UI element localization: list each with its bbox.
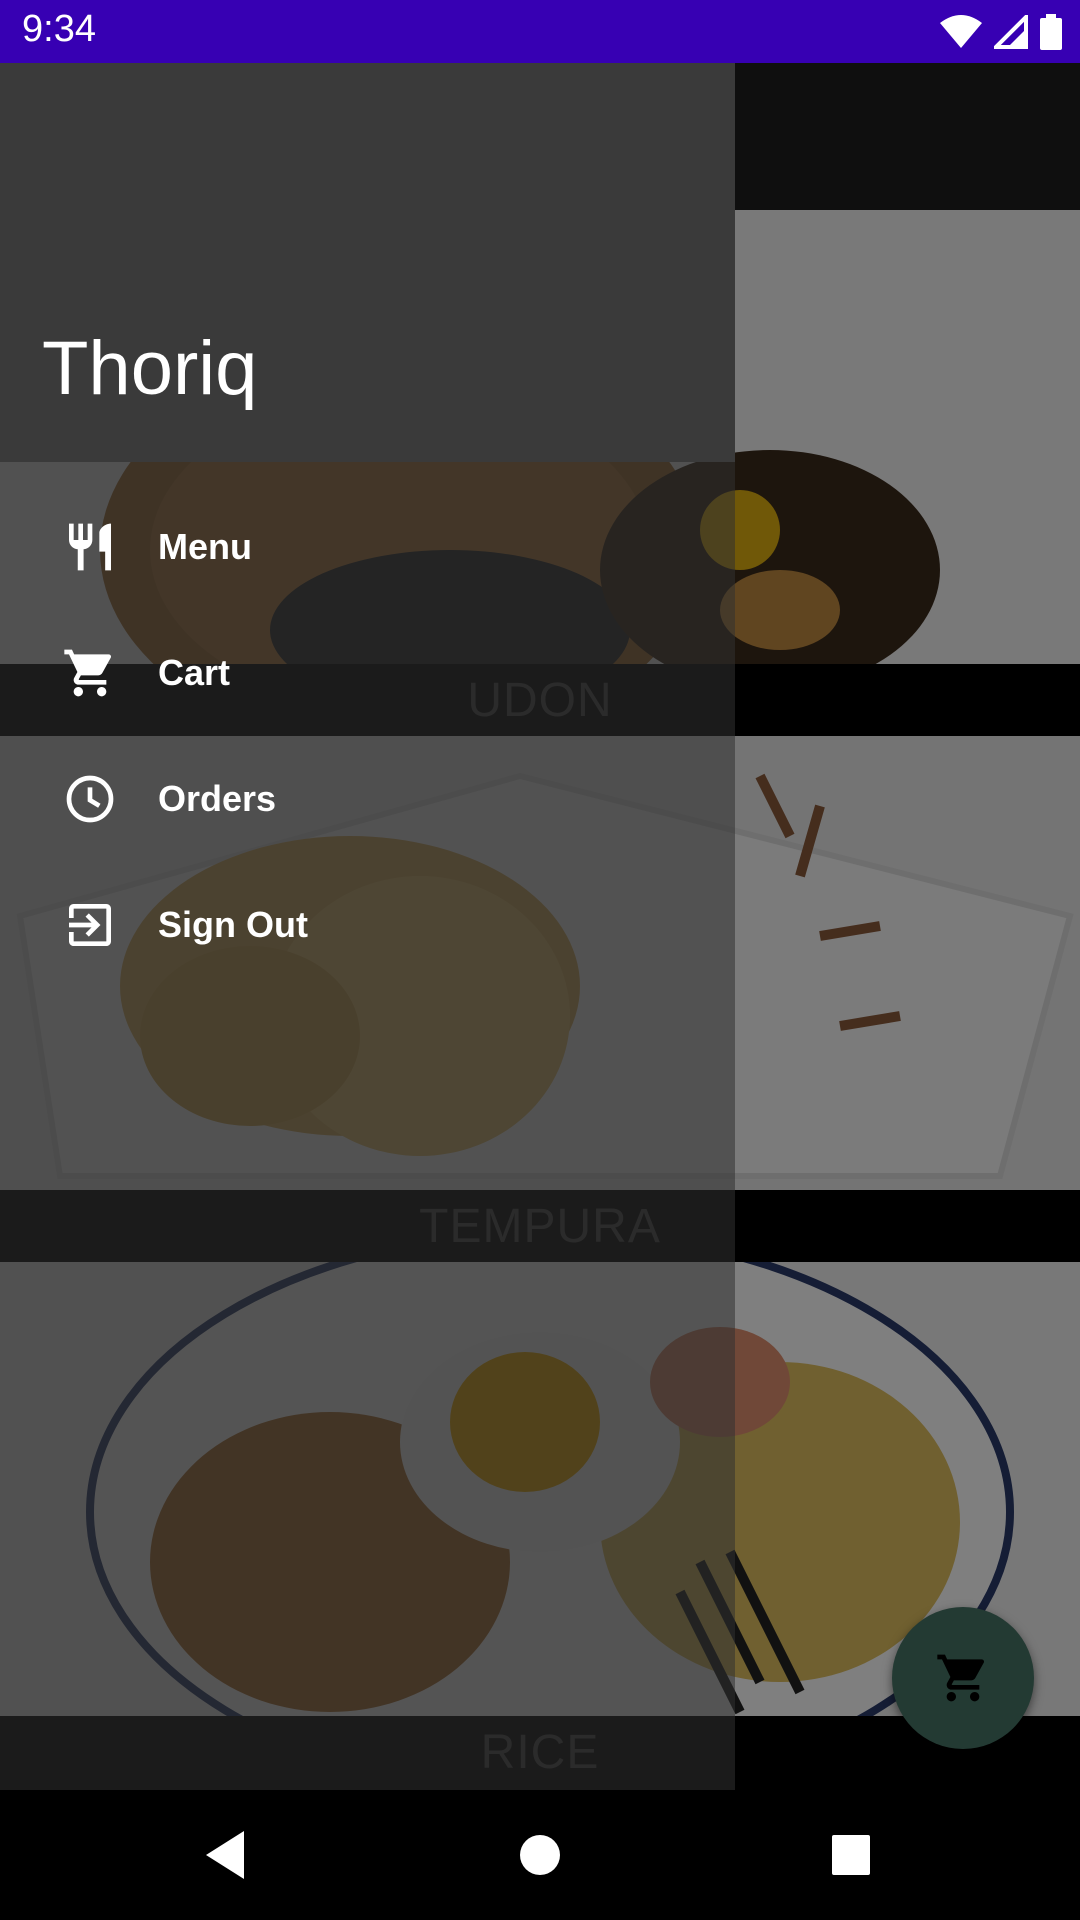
system-nav-bar xyxy=(0,1790,1080,1920)
clock-icon xyxy=(66,775,114,823)
drawer-item-sign-out[interactable]: Sign Out xyxy=(0,875,735,975)
recents-icon[interactable] xyxy=(828,1825,874,1885)
restaurant-icon xyxy=(69,523,111,571)
exit-icon xyxy=(69,904,111,946)
drawer-user-name: Thoriq xyxy=(42,326,258,411)
cart-icon xyxy=(64,649,112,697)
status-time: 9:34 xyxy=(22,8,96,50)
drawer-item-label: Menu xyxy=(158,526,252,567)
drawer-header: Thoriq xyxy=(0,63,735,462)
status-bar: 9:34 xyxy=(0,0,1080,63)
drawer-item-label: Sign Out xyxy=(158,904,308,945)
signal-icon xyxy=(994,15,1028,49)
wifi-icon xyxy=(940,15,982,48)
navigation-drawer: Thoriq Menu Cart Orders Sign Out xyxy=(0,63,735,1790)
drawer-item-cart[interactable]: Cart xyxy=(0,623,735,723)
battery-icon xyxy=(1040,14,1062,50)
status-icons xyxy=(940,12,1062,52)
cart-icon xyxy=(937,1654,985,1702)
back-icon[interactable] xyxy=(200,1825,250,1885)
drawer-item-label: Cart xyxy=(158,652,231,693)
cart-fab[interactable] xyxy=(892,1607,1034,1749)
home-icon[interactable] xyxy=(516,1825,564,1885)
drawer-item-menu[interactable]: Menu xyxy=(0,497,735,597)
drawer-item-label: Orders xyxy=(158,778,277,819)
drawer-item-orders[interactable]: Orders xyxy=(0,749,735,849)
